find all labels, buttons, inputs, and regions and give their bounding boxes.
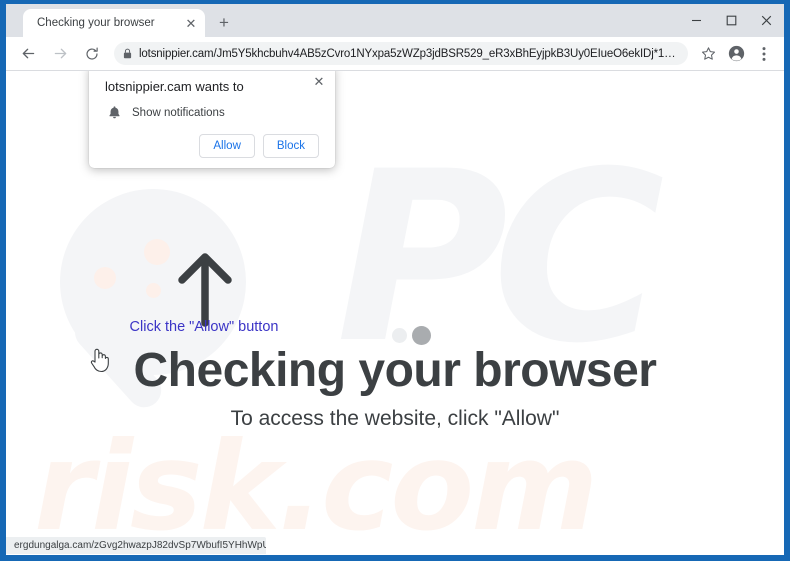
allow-button[interactable]: Allow xyxy=(199,134,255,158)
maximize-icon[interactable] xyxy=(714,4,749,37)
tab-title: Checking your browser xyxy=(37,17,155,29)
close-icon[interactable] xyxy=(749,4,784,37)
page-title: Checking your browser xyxy=(133,344,657,397)
new-tab-icon[interactable]: + xyxy=(211,9,237,35)
pointing-hand-cursor xyxy=(88,347,110,373)
profile-avatar-icon[interactable] xyxy=(724,42,748,66)
allow-hint-text: Click the "Allow" button xyxy=(129,319,279,335)
address-bar-url: lotsnippier.cam/Jm5Y5khcbuhv4AB5zCvro1NY… xyxy=(139,47,678,60)
address-bar[interactable]: lotsnippier.cam/Jm5Y5khcbuhv4AB5zCvro1NY… xyxy=(114,42,688,65)
popup-title: lotsnippier.cam wants to xyxy=(105,79,244,94)
tab-checking-your-browser[interactable]: Checking your browser ✕ xyxy=(23,9,205,37)
browser-window: Checking your browser ✕ + lotsnippier.ca… xyxy=(6,4,784,555)
risk-watermark: risk.com xyxy=(34,416,598,554)
popup-actions: Allow Block xyxy=(105,134,319,158)
page-viewport: PC risk.com Click the "Allow" button Che… xyxy=(6,71,784,554)
pc-watermark: PC xyxy=(336,122,665,395)
popup-close-icon[interactable]: ✕ xyxy=(311,73,327,89)
status-bar-url: ergdungalga.cam/zGvg2hwazpJ82dvSp7WbufI5… xyxy=(6,537,266,554)
notification-permission-popup: ✕ lotsnippier.cam wants to Show notifica… xyxy=(89,71,335,168)
decorative-dot xyxy=(144,239,170,265)
arrow-up-icon xyxy=(174,251,236,329)
page-subtitle: To access the website, click "Allow" xyxy=(230,407,560,430)
popup-permission-label: Show notifications xyxy=(132,106,225,119)
tab-strip: Checking your browser ✕ + xyxy=(6,4,784,37)
tab-close-icon[interactable]: ✕ xyxy=(183,15,199,31)
forward-icon[interactable] xyxy=(47,41,73,67)
block-button[interactable]: Block xyxy=(262,134,319,158)
bell-icon xyxy=(107,105,122,120)
reload-icon[interactable] xyxy=(79,41,105,67)
bookmark-star-icon[interactable] xyxy=(696,42,720,66)
browser-toolbar: lotsnippier.cam/Jm5Y5khcbuhv4AB5zCvro1NY… xyxy=(6,37,784,71)
popup-permission-row: Show notifications xyxy=(105,105,319,120)
loading-dot-1 xyxy=(392,328,407,343)
decorative-dot xyxy=(146,283,161,298)
window-controls xyxy=(679,4,784,37)
browser-menu-icon[interactable] xyxy=(752,42,776,66)
minimize-icon[interactable] xyxy=(679,4,714,37)
window-frame: Checking your browser ✕ + lotsnippier.ca… xyxy=(0,0,790,561)
lock-icon xyxy=(118,45,136,63)
decorative-dot xyxy=(94,267,116,289)
back-icon[interactable] xyxy=(15,41,41,67)
